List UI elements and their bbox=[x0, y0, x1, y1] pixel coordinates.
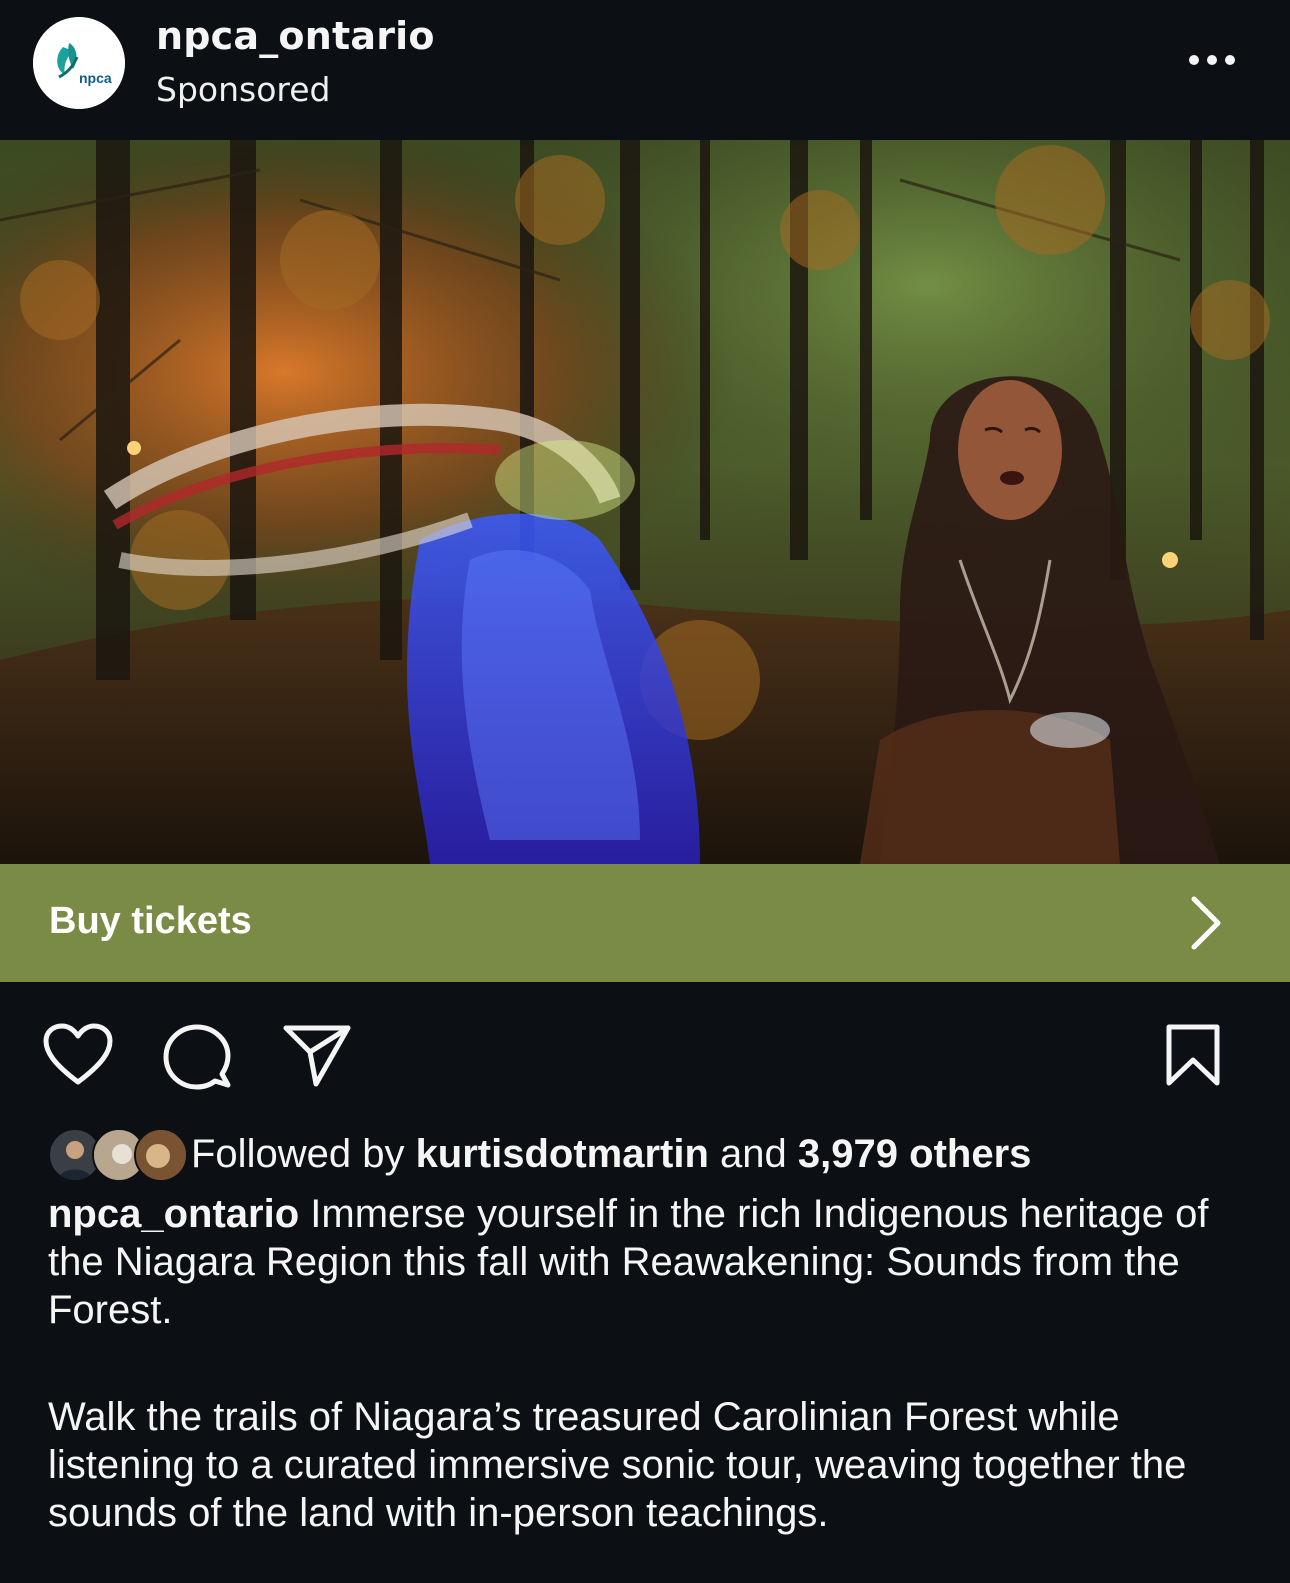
buy-tickets-label: Buy tickets bbox=[49, 900, 252, 942]
post-username[interactable]: npca_ontario bbox=[156, 14, 435, 58]
buy-tickets-button[interactable]: Buy tickets bbox=[0, 864, 1290, 982]
chevron-right-icon[interactable] bbox=[1186, 895, 1226, 951]
save-button[interactable] bbox=[1164, 1022, 1222, 1092]
bookmark-icon bbox=[1166, 1024, 1220, 1086]
send-icon bbox=[283, 1025, 351, 1087]
follower-avatar bbox=[134, 1128, 188, 1182]
post-caption: npca_ontario Immerse yourself in the ric… bbox=[48, 1190, 1248, 1334]
profile-avatar[interactable]: npca bbox=[33, 17, 125, 109]
photo-thumbnail-icon bbox=[136, 1130, 186, 1180]
followed-conjunction: and bbox=[720, 1132, 787, 1176]
comment-icon bbox=[163, 1024, 231, 1090]
like-button[interactable] bbox=[42, 1022, 114, 1092]
comment-button[interactable] bbox=[162, 1022, 232, 1096]
avatar-logo-text: npca bbox=[79, 70, 112, 86]
post-media-image[interactable] bbox=[0, 140, 1290, 864]
followed-by-row[interactable]: Followed by kurtisdotmartin and 3,979 ot… bbox=[48, 1124, 1278, 1184]
caption-username[interactable]: npca_ontario bbox=[48, 1192, 299, 1236]
more-horizontal-icon bbox=[1189, 55, 1235, 65]
followers-count[interactable]: 3,979 others bbox=[798, 1132, 1031, 1176]
npca-logo-icon: npca bbox=[33, 17, 125, 109]
followed-prefix: Followed by bbox=[191, 1132, 405, 1176]
share-button[interactable] bbox=[282, 1022, 352, 1092]
heart-icon bbox=[43, 1023, 113, 1085]
more-options-button[interactable] bbox=[1182, 44, 1242, 76]
sponsored-label: Sponsored bbox=[156, 70, 331, 109]
follower-username[interactable]: kurtisdotmartin bbox=[416, 1132, 709, 1176]
post-header: npca npca_ontario Sponsored bbox=[0, 0, 1290, 140]
post-action-bar bbox=[0, 1012, 1290, 1098]
followed-by-text: Followed by kurtisdotmartin and 3,979 ot… bbox=[191, 1132, 1031, 1177]
forest-scene-image bbox=[0, 140, 1290, 864]
caption-paragraph-2: Walk the trails of Niagara’s treasured C… bbox=[48, 1395, 1187, 1535]
